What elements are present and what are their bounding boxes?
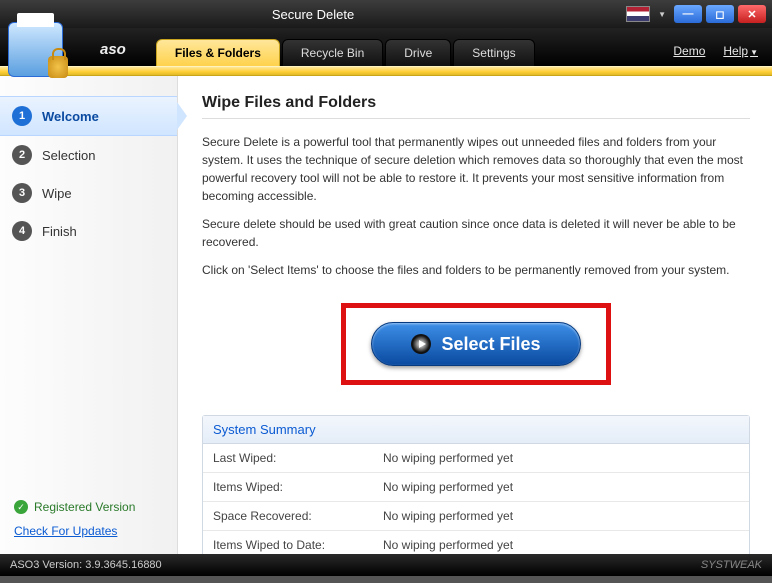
- content-pane: Wipe Files and Folders Secure Delete is …: [178, 76, 772, 554]
- window-controls: — ◻ ✕: [674, 5, 772, 23]
- version-label: ASO3 Version: 3.9.3645.16880: [10, 559, 162, 571]
- tab-settings[interactable]: Settings: [453, 39, 534, 66]
- lock-icon: [48, 56, 68, 78]
- step-label: Finish: [42, 224, 77, 239]
- language-selector[interactable]: ▼: [626, 6, 666, 22]
- step-welcome[interactable]: 1Welcome: [0, 96, 177, 136]
- app-logo: [8, 22, 93, 90]
- sidebar-footer: ✓Registered Version Check For Updates: [0, 490, 177, 554]
- check-icon: ✓: [14, 500, 28, 514]
- summary-row: Space Recovered:No wiping performed yet: [203, 502, 749, 531]
- tab-bar: Files & Folders Recycle Bin Drive Settin…: [156, 39, 537, 66]
- header-links: Demo Help▼: [673, 44, 758, 58]
- status-bar: ASO3 Version: 3.9.3645.16880 SYSTWEAK: [0, 554, 772, 576]
- step-label: Wipe: [42, 186, 72, 201]
- close-button[interactable]: ✕: [738, 5, 766, 23]
- tab-files-folders[interactable]: Files & Folders: [156, 39, 280, 66]
- summary-row: Items Wiped:No wiping performed yet: [203, 473, 749, 502]
- tab-drive[interactable]: Drive: [385, 39, 451, 66]
- page-title: Wipe Files and Folders: [202, 94, 750, 119]
- vendor-label: SYSTWEAK: [701, 559, 762, 571]
- shredder-icon: [8, 22, 63, 77]
- registered-status: ✓Registered Version: [14, 500, 163, 514]
- desc-p2: Secure delete should be used with great …: [202, 215, 750, 251]
- demo-link[interactable]: Demo: [673, 44, 705, 58]
- cta-highlight: Select Files: [341, 303, 611, 385]
- select-files-label: Select Files: [441, 334, 540, 355]
- window-title: Secure Delete: [0, 7, 626, 22]
- summary-title: System Summary: [203, 416, 749, 444]
- chevron-down-icon: ▼: [658, 10, 666, 19]
- sidebar: 1Welcome 2Selection 3Wipe 4Finish ✓Regis…: [0, 76, 178, 554]
- titlebar: Secure Delete ▼ — ◻ ✕: [0, 0, 772, 28]
- brand-label: aso: [100, 41, 126, 66]
- step-selection[interactable]: 2Selection: [0, 136, 177, 174]
- select-files-button[interactable]: Select Files: [371, 322, 581, 366]
- step-wipe[interactable]: 3Wipe: [0, 174, 177, 212]
- desc-p1: Secure Delete is a powerful tool that pe…: [202, 133, 750, 205]
- maximize-button[interactable]: ◻: [706, 5, 734, 23]
- step-finish[interactable]: 4Finish: [0, 212, 177, 250]
- tab-recycle-bin[interactable]: Recycle Bin: [282, 39, 383, 66]
- flag-icon: [626, 6, 650, 22]
- help-link[interactable]: Help▼: [723, 44, 758, 58]
- step-label: Welcome: [42, 109, 99, 124]
- header: aso Files & Folders Recycle Bin Drive Se…: [0, 28, 772, 66]
- desc-p3: Click on 'Select Items' to choose the fi…: [202, 261, 750, 279]
- accent-bar: [0, 66, 772, 76]
- main: 1Welcome 2Selection 3Wipe 4Finish ✓Regis…: [0, 76, 772, 554]
- play-icon: [411, 334, 431, 354]
- chevron-down-icon: ▼: [750, 48, 758, 57]
- summary-row: Last Wiped:No wiping performed yet: [203, 444, 749, 473]
- step-label: Selection: [42, 148, 95, 163]
- system-summary: System Summary Last Wiped:No wiping perf…: [202, 415, 750, 554]
- check-updates-link[interactable]: Check For Updates: [14, 524, 163, 538]
- description: Secure Delete is a powerful tool that pe…: [202, 133, 750, 279]
- minimize-button[interactable]: —: [674, 5, 702, 23]
- summary-row: Items Wiped to Date:No wiping performed …: [203, 531, 749, 554]
